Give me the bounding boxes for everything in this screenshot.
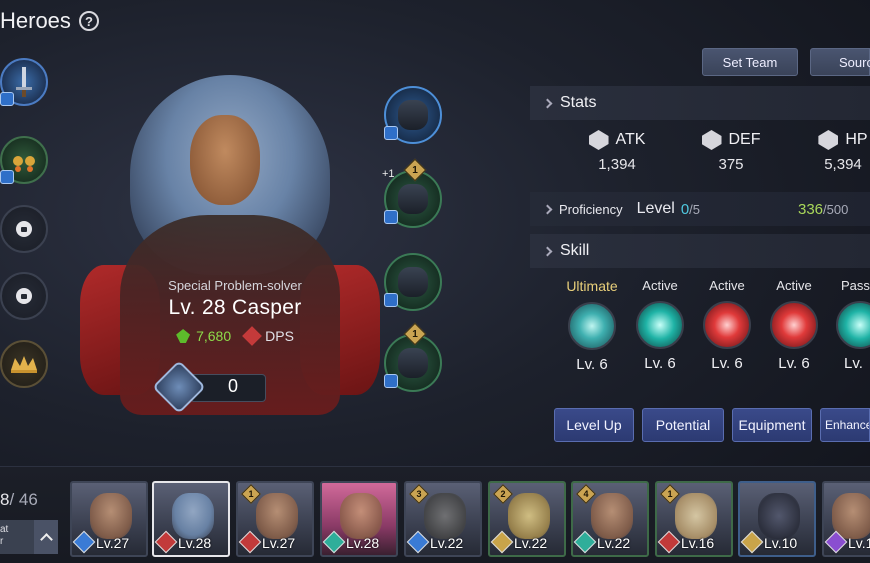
combat-power: 7,680	[176, 328, 231, 344]
hero-card-selected[interactable]: Lv.28	[152, 481, 230, 557]
level-up-button[interactable]: Level Up	[554, 408, 634, 442]
skill-header: Skill	[530, 234, 870, 268]
class-icon	[154, 530, 178, 554]
skill-passive[interactable]: Passi Lv.	[830, 278, 870, 372]
gear-type-badge	[0, 92, 14, 106]
shard-count: 0	[227, 376, 238, 396]
hero-role-label: DPS	[265, 328, 294, 344]
page-title-text: Heroes	[0, 8, 71, 33]
glove-icon	[398, 267, 428, 297]
locked-slot-1[interactable]	[0, 205, 48, 253]
hero-card[interactable]: Lv.28	[320, 481, 398, 557]
skill-ultimate[interactable]: Ultimate Lv. 6	[560, 278, 624, 373]
accessory-slot[interactable]	[0, 136, 48, 184]
hero-card[interactable]: 1 Lv.27	[236, 481, 314, 557]
skill-title: Skill	[560, 242, 590, 259]
hero-portrait	[70, 55, 380, 415]
dps-role-icon	[242, 326, 263, 346]
hp-icon	[818, 130, 839, 150]
lock-icon	[2, 274, 46, 318]
chevron-right-icon	[542, 98, 553, 108]
hero-card[interactable]: Lv.1	[822, 481, 870, 557]
gear-slot-gloves[interactable]	[384, 253, 442, 311]
hero-info: Special Problem-solver Lv. 28 Casper 7,6…	[110, 278, 360, 346]
proficiency-level-label: Level	[636, 200, 675, 217]
crown-slot[interactable]	[0, 340, 48, 388]
active-skill-icon	[770, 301, 818, 349]
chevron-right-icon	[542, 246, 553, 256]
gear-type-badge	[384, 293, 398, 307]
gear-type-badge	[384, 126, 398, 140]
def-icon	[701, 130, 722, 150]
stat-atk: ATK 1,394	[562, 130, 672, 173]
hero-count: 8/ 46	[0, 490, 38, 509]
locked-slot-2[interactable]	[0, 272, 48, 320]
proficiency-row[interactable]: Proficiency Level 0 /5 336/500	[530, 192, 870, 226]
class-icon	[322, 530, 346, 554]
class-icon	[657, 530, 681, 554]
proficiency-level-max: /5	[689, 201, 701, 217]
armor-icon	[398, 184, 428, 214]
gear-slot-armor[interactable]: 1	[384, 158, 442, 228]
hero-shards[interactable]: 0	[152, 360, 268, 414]
passive-skill-icon	[836, 301, 870, 349]
proficiency-label: Proficiency	[559, 201, 623, 217]
ultimate-skill-icon	[568, 302, 616, 350]
stat-hp-value: 5,394	[824, 156, 862, 173]
chevron-right-icon	[542, 204, 553, 214]
skill-active-2[interactable]: Active Lv. 6	[695, 278, 759, 372]
equipment-button[interactable]: Equipment	[732, 408, 812, 442]
hood-icon	[398, 100, 428, 130]
class-icon	[406, 530, 430, 554]
help-icon[interactable]: ?	[78, 11, 99, 31]
combat-power-value: 7,680	[196, 328, 232, 344]
boots-icon	[398, 348, 428, 378]
set-team-button[interactable]: Set Team	[702, 48, 798, 76]
stat-hp: HP 5,394	[788, 130, 870, 173]
gear-type-badge	[0, 170, 14, 184]
hero-card[interactable]: 1 Lv.16	[655, 481, 733, 557]
class-icon	[72, 530, 96, 554]
page-title: Heroes ?	[0, 8, 99, 34]
active-skill-icon	[703, 301, 751, 349]
source-button[interactable]: Sourc	[810, 48, 870, 76]
proficiency-level-current: 0	[680, 200, 690, 218]
lock-icon	[2, 207, 46, 251]
hero-role: DPS	[242, 326, 294, 346]
hero-card[interactable]: 4 Lv.22	[571, 481, 649, 557]
crown-icon	[2, 342, 46, 386]
gear-type-badge	[384, 210, 398, 224]
gear-slot-boots[interactable]: 1	[384, 322, 442, 392]
class-icon	[238, 530, 262, 554]
gear-slot-head[interactable]	[384, 86, 442, 144]
gear-type-badge	[384, 374, 398, 388]
sort-filter-dropdown[interactable]: at r	[0, 520, 58, 554]
weapon-slot[interactable]	[0, 58, 48, 106]
chevron-up-icon[interactable]	[34, 520, 58, 554]
stat-def-value: 375	[718, 156, 744, 173]
power-icon	[176, 329, 191, 343]
class-icon	[490, 530, 514, 554]
hero-card[interactable]: Lv.27	[70, 481, 148, 557]
hero-subtitle: Special Problem-solver	[168, 278, 302, 293]
hero-level-name: Lv. 28 Casper	[168, 296, 302, 319]
atk-icon	[588, 130, 609, 150]
stats-title: Stats	[560, 94, 597, 111]
class-icon	[573, 530, 597, 554]
hero-card[interactable]: 3 Lv.22	[404, 481, 482, 557]
enhance-button[interactable]: Enhance	[820, 408, 870, 442]
proficiency-xp: 336/500	[798, 200, 849, 218]
class-icon	[740, 530, 764, 554]
hero-shard-icon	[152, 360, 206, 414]
skill-active-3[interactable]: Active Lv. 6	[762, 278, 826, 372]
stats-header: Stats	[530, 86, 870, 120]
skill-active-1[interactable]: Active Lv. 6	[628, 278, 692, 372]
active-skill-icon	[636, 301, 684, 349]
hero-card[interactable]: Lv.10	[738, 481, 816, 557]
hero-card[interactable]: 2 Lv.22	[488, 481, 566, 557]
potential-button[interactable]: Potential	[642, 408, 724, 442]
stat-atk-value: 1,394	[598, 156, 636, 173]
stat-def: DEF 375	[676, 130, 786, 173]
